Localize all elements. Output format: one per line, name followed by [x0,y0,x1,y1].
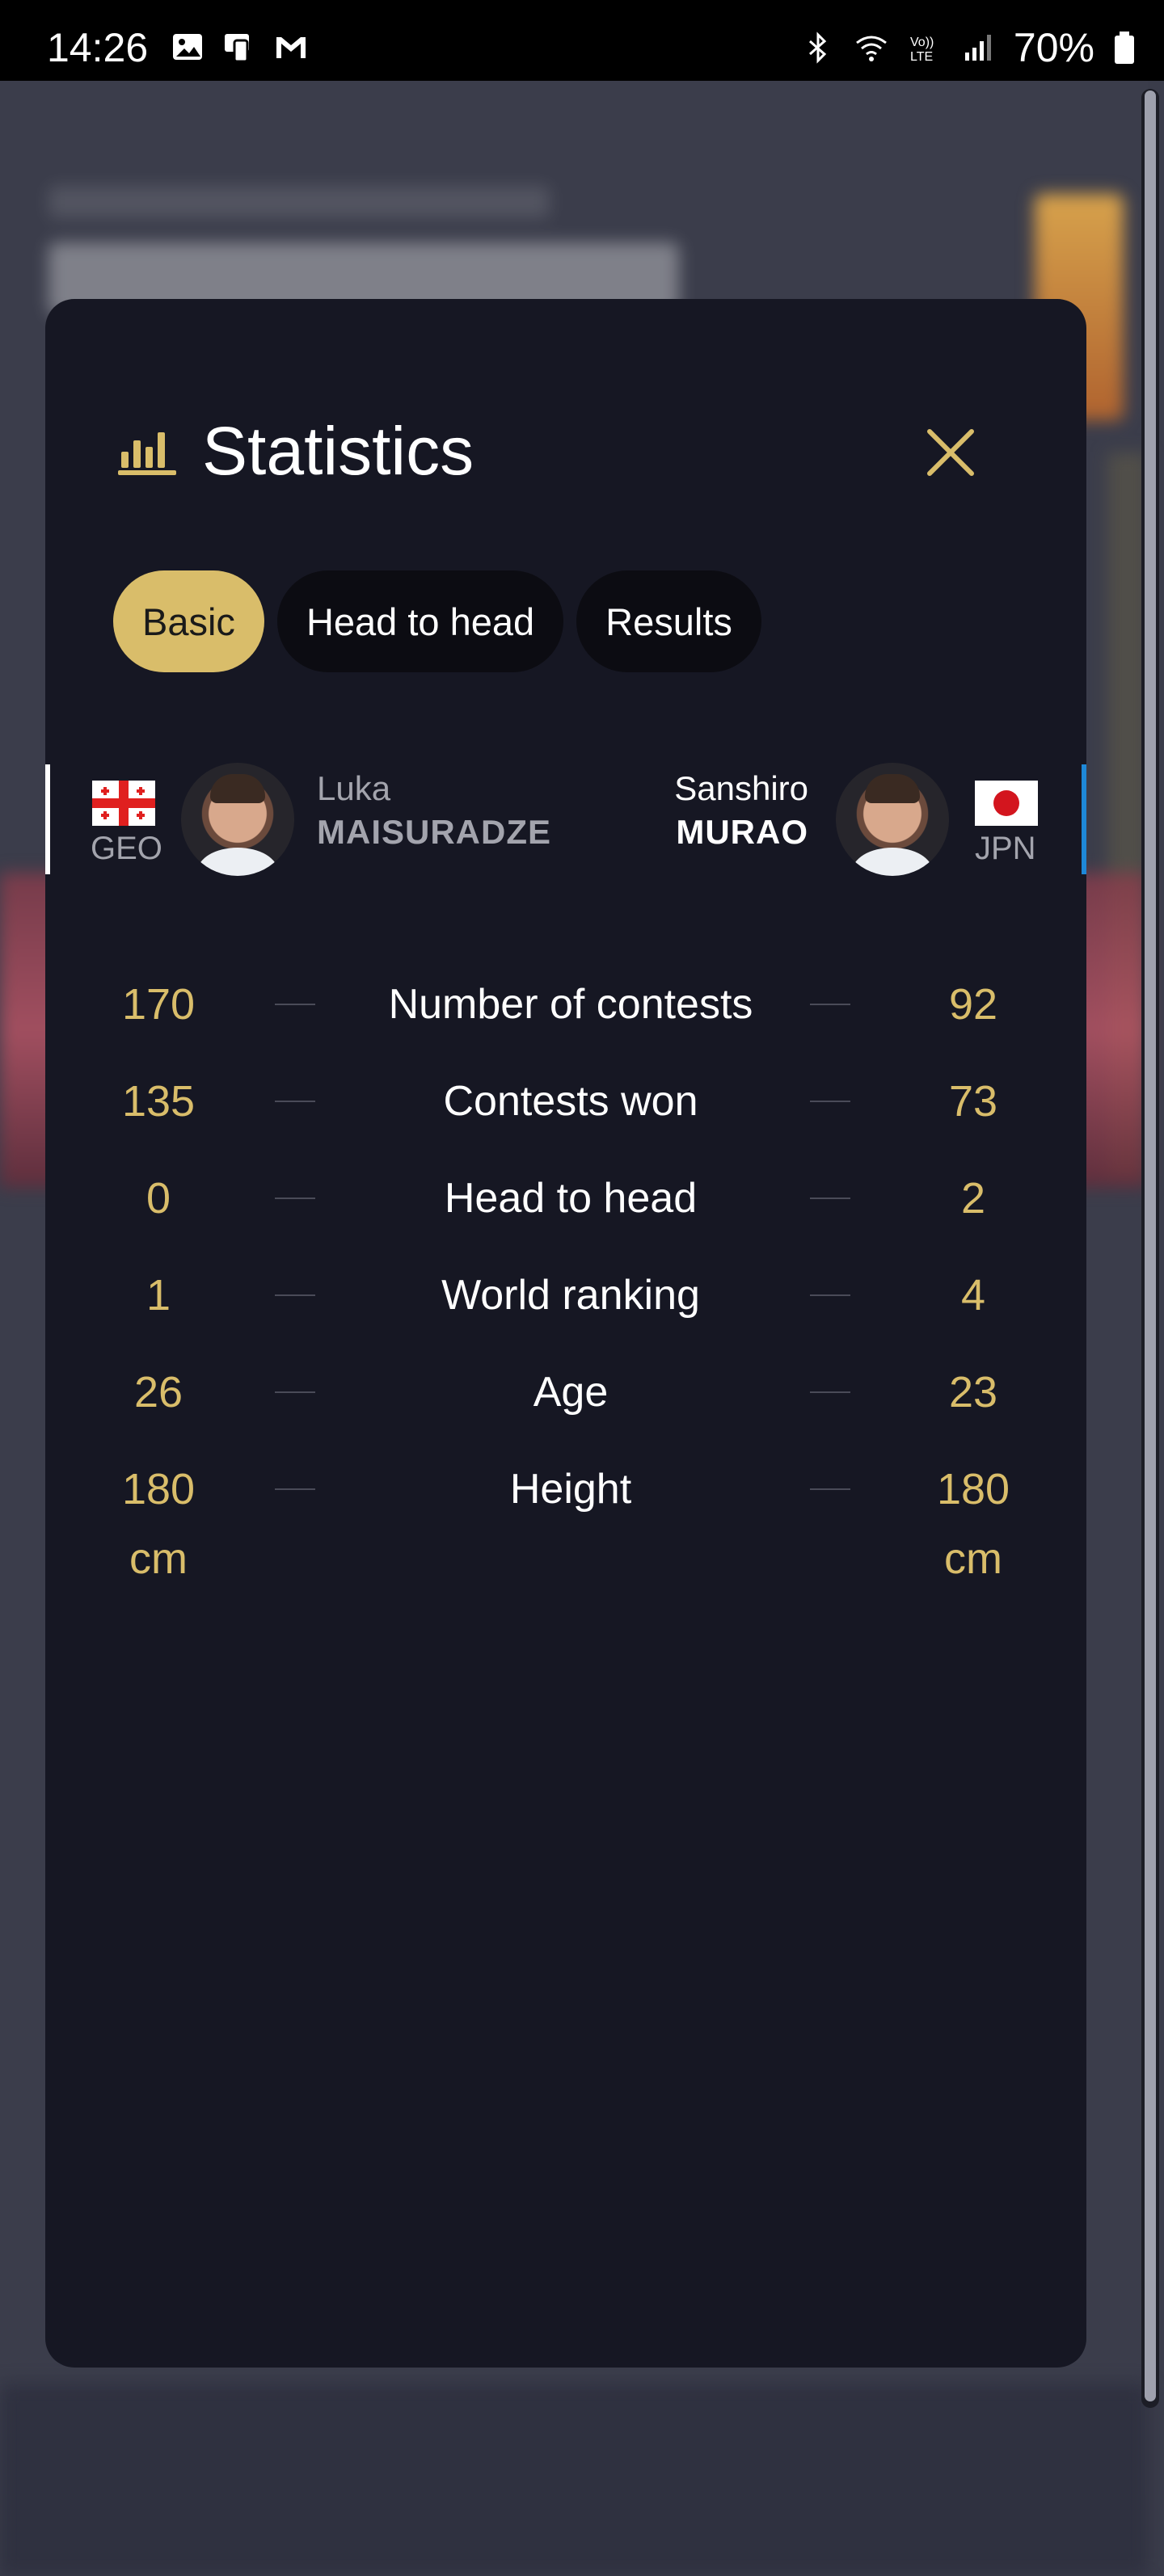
right-value: 23 [948,1368,998,1416]
volte-icon: Vo))LTE [910,36,934,64]
right-height-unit: cm [944,1534,1002,1583]
right-last-name: MURAO [676,813,808,851]
stat-row: 180 cm Height 180 cm [45,1454,1086,1600]
left-height-unit: cm [129,1534,188,1583]
right-country: JPN [975,831,1036,866]
right-value: 73 [948,1077,998,1126]
tab-head-to-head[interactable]: Head to head [276,570,564,672]
left-value: 1 [146,1271,171,1320]
left-last-name: MAISURADZE [317,813,551,851]
georgia-flag-icon [92,781,155,826]
stat-label: Head to head [444,1175,698,1222]
right-athlete-avatar [836,763,949,876]
left-country: GEO [91,831,162,866]
modal-header: Statistics [118,412,474,490]
scrollbar-thumb[interactable] [1145,90,1156,2401]
left-value: 170 [121,980,196,1029]
right-first-name: Sanshiro [674,769,808,807]
right-value: 92 [948,980,998,1029]
svg-text:Vo)): Vo)) [910,36,934,49]
gmail-icon [276,37,306,58]
left-height: 180 [121,1465,196,1513]
stat-label: Number of contests [388,981,753,1028]
svg-text:LTE: LTE [910,50,933,64]
image-icon [173,34,202,60]
tab-basic[interactable]: Basic [113,570,264,672]
athletes-header: GEO Luka MAISURADZE Sanshiro MURAO JPN [45,760,1086,876]
right-value: 180 cm [892,1454,1054,1593]
stat-label: Height [509,1466,632,1513]
stat-label: Age [533,1369,609,1416]
right-height: 180 [936,1465,1010,1513]
bar-chart-icon [118,431,176,475]
right-athlete-indicator [1082,764,1086,874]
battery-percent: 70% [1013,25,1094,70]
left-value: 180 cm [78,1454,239,1593]
cast-icon [225,34,249,63]
status-time: 14:26 [47,25,149,70]
stat-label: World ranking [441,1272,700,1319]
stat-label: Contests won [443,1078,698,1125]
statistics-modal: Statistics Basic Head to head Results GE… [45,299,1086,2368]
left-first-name: Luka [317,769,391,807]
stats-tabs: Basic Head to head Results [113,570,761,672]
left-value: 0 [146,1174,171,1223]
stat-row: 26 Age 23 [45,1357,1086,1438]
right-value: 2 [960,1174,986,1223]
stat-row: 1 World ranking 4 [45,1261,1086,1341]
system-status: Vo)) LTE 70% [800,24,1137,71]
stat-row: 170 Number of contests 92 [45,970,1086,1050]
status-bar: 14:26 Vo)) LTE 70% [0,0,1164,81]
battery-icon [1115,32,1134,64]
right-value: 4 [960,1271,986,1320]
left-value: 26 [133,1368,183,1416]
modal-title: Statistics [202,413,474,489]
notification-icons [170,29,309,65]
left-athlete-indicator [45,764,50,874]
stat-row: 135 Contests won 73 [45,1067,1086,1147]
japan-flag-icon [975,781,1038,826]
left-value: 135 [121,1077,196,1126]
close-icon[interactable] [918,420,983,485]
wifi-icon [856,36,887,61]
signal-icon [964,35,991,61]
bluetooth-icon [808,32,827,64]
tab-results[interactable]: Results [576,570,761,672]
left-athlete-avatar [181,763,294,876]
stat-row: 0 Head to head 2 [45,1164,1086,1244]
